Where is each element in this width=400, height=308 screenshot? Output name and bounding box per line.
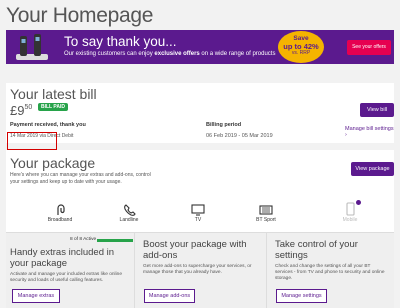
banner-subline-bold: exclusive offers bbox=[154, 51, 200, 57]
package-description: Here's where you can manage your extras … bbox=[10, 172, 151, 185]
package-card: Your package Here's where you can manage… bbox=[6, 150, 394, 308]
extras-active-count: 8 of 8 Active bbox=[70, 237, 97, 242]
latest-bill-card: Your latest bill £950 BILL PAID View bil… bbox=[6, 83, 394, 143]
extras-panel: 8 of 8 Active Handy extras included in y… bbox=[6, 233, 135, 308]
manage-extras-highlight bbox=[7, 132, 57, 150]
mobile-phone-icon bbox=[346, 202, 355, 216]
bill-paid-badge: BILL PAID bbox=[38, 103, 68, 111]
billing-period-value: 06 Feb 2019 - 05 Mar 2019 bbox=[206, 133, 273, 139]
view-bill-button[interactable]: View bill bbox=[360, 103, 394, 117]
mobile-indicator-dot bbox=[356, 200, 361, 205]
service-mobile[interactable]: Mobile bbox=[330, 200, 370, 223]
service-tv[interactable]: TV bbox=[178, 204, 218, 223]
addons-panel: Boost your package with add-ons Get more… bbox=[135, 233, 267, 308]
manage-extras-button[interactable]: Manage extras bbox=[12, 289, 60, 303]
extras-title: Handy extras included in your package bbox=[10, 247, 115, 269]
broadband-icon bbox=[57, 204, 65, 215]
save-badge: Save up to 42% vs. RRP bbox=[278, 31, 324, 63]
manage-settings-button[interactable]: Manage settings bbox=[276, 289, 327, 303]
addons-description: Get more add-ons to supercharge your ser… bbox=[143, 264, 252, 275]
payment-received-label: Payment received, thank you bbox=[10, 122, 86, 128]
settings-description: Check and change the settings of all you… bbox=[275, 264, 385, 281]
extras-description: Activate and manage your included extras… bbox=[10, 272, 122, 283]
bill-amount-pence: 50 bbox=[24, 104, 33, 111]
billing-period-label: Billing period bbox=[206, 122, 242, 128]
cordless-phones-icon bbox=[16, 34, 48, 60]
service-label: Broadband bbox=[47, 217, 73, 223]
banner-subline-prefix: Our existing customers can enjoy bbox=[64, 51, 153, 57]
save-badge-line2: up to 42% bbox=[283, 41, 319, 51]
view-package-button[interactable]: View package bbox=[351, 162, 394, 176]
service-label: BT Sport bbox=[256, 217, 276, 223]
tv-icon bbox=[191, 204, 205, 216]
settings-panel: Take control of your settings Check and … bbox=[267, 233, 394, 308]
bill-title: Your latest bill bbox=[10, 86, 97, 102]
save-badge-line3: vs. RRP bbox=[291, 50, 311, 56]
service-label: Mobile bbox=[342, 217, 358, 223]
promo-banner[interactable]: To say thank you... Our existing custome… bbox=[6, 30, 394, 64]
see-offers-button[interactable]: See your offers bbox=[347, 40, 391, 55]
settings-title: Take control of your settings bbox=[275, 239, 358, 261]
page-title: Your Homepage bbox=[6, 4, 154, 27]
banner-subline-suffix: on a wide range of products bbox=[201, 51, 276, 57]
service-broadband[interactable]: Broadband bbox=[40, 204, 80, 223]
service-bt-sport[interactable]: BT Sport bbox=[246, 204, 286, 223]
manage-bill-settings-link[interactable]: Manage bill settings › bbox=[345, 126, 394, 138]
banner-headline: To say thank you... bbox=[64, 34, 177, 49]
service-label: TV bbox=[194, 217, 202, 223]
bill-amount: £950 bbox=[10, 103, 32, 118]
manage-addons-button[interactable]: Manage add-ons bbox=[144, 289, 195, 303]
banner-subline: Our existing customers can enjoy exclusi… bbox=[64, 51, 275, 57]
extras-progress-bar bbox=[97, 239, 133, 242]
service-landline[interactable]: Landline bbox=[109, 204, 149, 223]
addons-title: Boost your package with add-ons bbox=[143, 239, 247, 261]
service-label: Landline bbox=[119, 217, 139, 223]
package-actions: 8 of 8 Active Handy extras included in y… bbox=[6, 232, 394, 308]
bt-sport-icon bbox=[259, 205, 273, 215]
landline-phone-icon bbox=[124, 204, 136, 216]
extras-progress-fill bbox=[97, 239, 133, 242]
package-title: Your package bbox=[10, 155, 96, 171]
